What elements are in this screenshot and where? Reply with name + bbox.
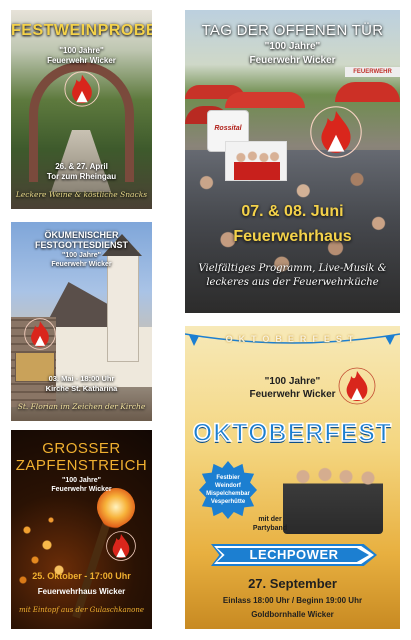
festweinprobe-title: FESTWEINPROBE (11, 22, 152, 39)
band-members (234, 150, 280, 180)
fire-logo-icon (106, 531, 136, 561)
zapfenstreich-subtitle-2: Feuerwehr Wicker (51, 486, 112, 493)
gottesdienst-title-2: FESTGOTTESDIENST (34, 240, 128, 250)
open-day-place: Feuerwehrhaus (233, 228, 352, 245)
oktoberfest-place: Goldbornhalle Wicker (251, 610, 334, 619)
poster-open-day: FEUERWEHR TAG DER OFFENEN TÜR "100 Jahre… (185, 10, 400, 313)
open-day-date: 07. & 08. Juni (241, 203, 344, 220)
badge-line-2: Weindorf (215, 483, 241, 489)
partyband-photo (283, 464, 383, 534)
badge-line-4: Vesperhütte (210, 499, 246, 505)
gottesdienst-place: Kirche St. Katharina (45, 384, 118, 393)
badge-line-3: Mispelchembar (206, 491, 250, 497)
bokeh-lights (11, 500, 91, 600)
umbrella-2 (225, 92, 305, 108)
festweinprobe-tagline: Leckere Weine & köstliche Snacks (15, 190, 148, 199)
party-text-1: mit der (258, 516, 282, 523)
features-badge: Festbier Weindorf Mispelchembar Vesperhü… (199, 461, 257, 519)
gottesdienst-subtitle-1: "100 Jahre" (62, 252, 101, 259)
fire-logo-icon (64, 71, 100, 107)
zapfenstreich-place: Feuerwehrhaus Wicker (37, 587, 126, 596)
umbrella-3 (335, 82, 400, 102)
open-day-subtitle-2: Feuerwehr Wicker (249, 55, 336, 66)
zapfenstreich-title-2: ZAPFENSTREICH (15, 457, 148, 474)
zapfenstreich-title-1: GROSSER (42, 440, 121, 457)
festweinprobe-place: Tor zum Rheingau (46, 172, 117, 181)
poster-zapfenstreich: GROSSER ZAPFENSTREICH "100 Jahre" Feuerw… (11, 430, 152, 629)
oktoberfest-times: Einlass 18:00 Uhr / Beginn 19:00 Uhr (222, 596, 363, 605)
zapfenstreich-tagline: mit Eintopf aus der Gulaschkanone (18, 606, 145, 614)
fire-logo-icon (338, 367, 376, 405)
fire-logo-icon (24, 318, 56, 350)
poster-gottesdienst: ÖKUMENISCHER FESTGOTTESDIENST "100 Jahre… (11, 222, 152, 421)
oktoberfest-title: OKTOBERFEST (192, 418, 393, 448)
band-photo (225, 141, 287, 181)
gottesdienst-tagline: St. Florian im Zeichen der Kirche (17, 402, 146, 411)
zapfenstreich-subtitle-1: "100 Jahre" (62, 477, 101, 484)
open-day-title: TAG DER OFFENEN TÜR (201, 22, 384, 39)
open-day-tagline: Vielfältiges Programm, Live-Musik & leck… (198, 263, 387, 288)
oktoberfest-banner: OKTOBERFEST (225, 334, 360, 344)
festweinprobe-date: 26. & 27. April (55, 162, 108, 171)
open-day-subtitle-1: "100 Jahre" (264, 41, 321, 52)
poster-oktoberfest: OKTOBERFEST "100 Jahre" Feuerwehr Wicker… (185, 326, 400, 629)
badge-line-1: Festbier (216, 475, 240, 481)
band-name: LECHPOWER (249, 547, 339, 562)
poster-festweinprobe: FESTWEINPROBE "100 Jahre" Feuerwehr Wick… (11, 10, 152, 209)
gottesdienst-date-time: 03. Mai - 18:00 Uhr (48, 374, 115, 383)
festweinprobe-subtitle-2: Feuerwehr Wicker (47, 56, 116, 65)
gottesdienst-title-1: ÖKUMENISCHER (44, 230, 119, 240)
sign-board: FEUERWEHR (345, 67, 400, 77)
zapfenstreich-date-time: 25. Oktober - 17:00 Uhr (32, 571, 131, 581)
festweinprobe-subtitle-1: "100 Jahre" (59, 46, 104, 55)
oktoberfest-date: 27. September (248, 576, 337, 591)
band-name-banner: LECHPOWER (211, 544, 377, 566)
band-logo-text: Rossital (214, 125, 242, 132)
party-text-2: Partyband (252, 525, 288, 532)
gottesdienst-subtitle-2: Feuerwehr Wicker (51, 261, 112, 268)
fire-logo-icon (310, 106, 362, 158)
